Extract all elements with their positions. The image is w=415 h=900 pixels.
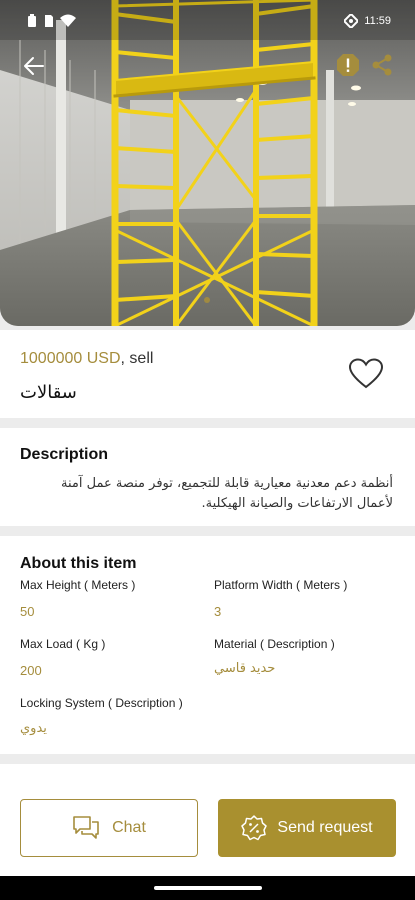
data-saver-icon [344,14,359,28]
attr-value-platform-width: 3 [214,604,222,619]
attr-value-max-load: 200 [20,663,42,678]
attr-label-material: Material ( Description ) [214,637,335,651]
attr-label-max-load: Max Load ( Kg ) [20,637,106,651]
back-button[interactable] [20,52,48,80]
status-time: 11:59 [364,15,391,27]
favorite-button[interactable] [348,358,384,390]
price-separator: , [120,350,125,367]
warning-icon [337,54,359,76]
chat-label: Chat [112,819,146,836]
listing-price-line: 1000000 USD, sell [20,350,153,368]
listing-image: 11:59 [0,0,415,326]
attr-value-max-height: 50 [20,604,35,619]
about-card: About this item Max Height ( Meters ) 50… [0,536,415,754]
wifi-icon [60,14,76,27]
attr-label-platform-width: Platform Width ( Meters ) [214,578,348,592]
home-gesture-handle[interactable] [154,886,262,890]
send-request-button[interactable]: Send request [218,799,396,857]
report-button[interactable] [336,53,360,77]
description-card: Description أنظمة دعم معدنية معيارية قاب… [0,428,415,526]
chat-icon [73,816,99,839]
scaffold-photo [0,0,415,326]
percent-badge-icon [241,815,268,841]
attr-label-locking-system: Locking System ( Description ) [20,696,183,710]
battery-icon [28,14,36,27]
description-text: أنظمة دعم معدنية معيارية قابلة للتجميع، … [61,476,393,511]
attr-label-max-height: Max Height ( Meters ) [20,578,136,592]
heart-outline-icon [348,358,384,389]
chat-button[interactable]: Chat [20,799,198,857]
status-bar: 11:59 [0,12,415,32]
description-heading: Description [20,446,109,463]
action-bar: Chat Send request [0,764,415,876]
deal-type: sell [129,350,154,367]
system-nav-bar [0,876,415,900]
attr-value-locking-system: يدوي [20,721,47,736]
share-button[interactable] [370,53,394,77]
send-request-label: Send request [277,819,373,836]
listing-price: 1000000 USD [20,350,121,367]
arrow-left-icon [24,57,44,75]
about-heading: About this item [20,555,137,572]
attr-value-material: حديد قاسي [214,661,276,676]
listing-title: سقالات [20,382,77,403]
share-icon [372,54,392,76]
sim-icon [45,15,53,27]
